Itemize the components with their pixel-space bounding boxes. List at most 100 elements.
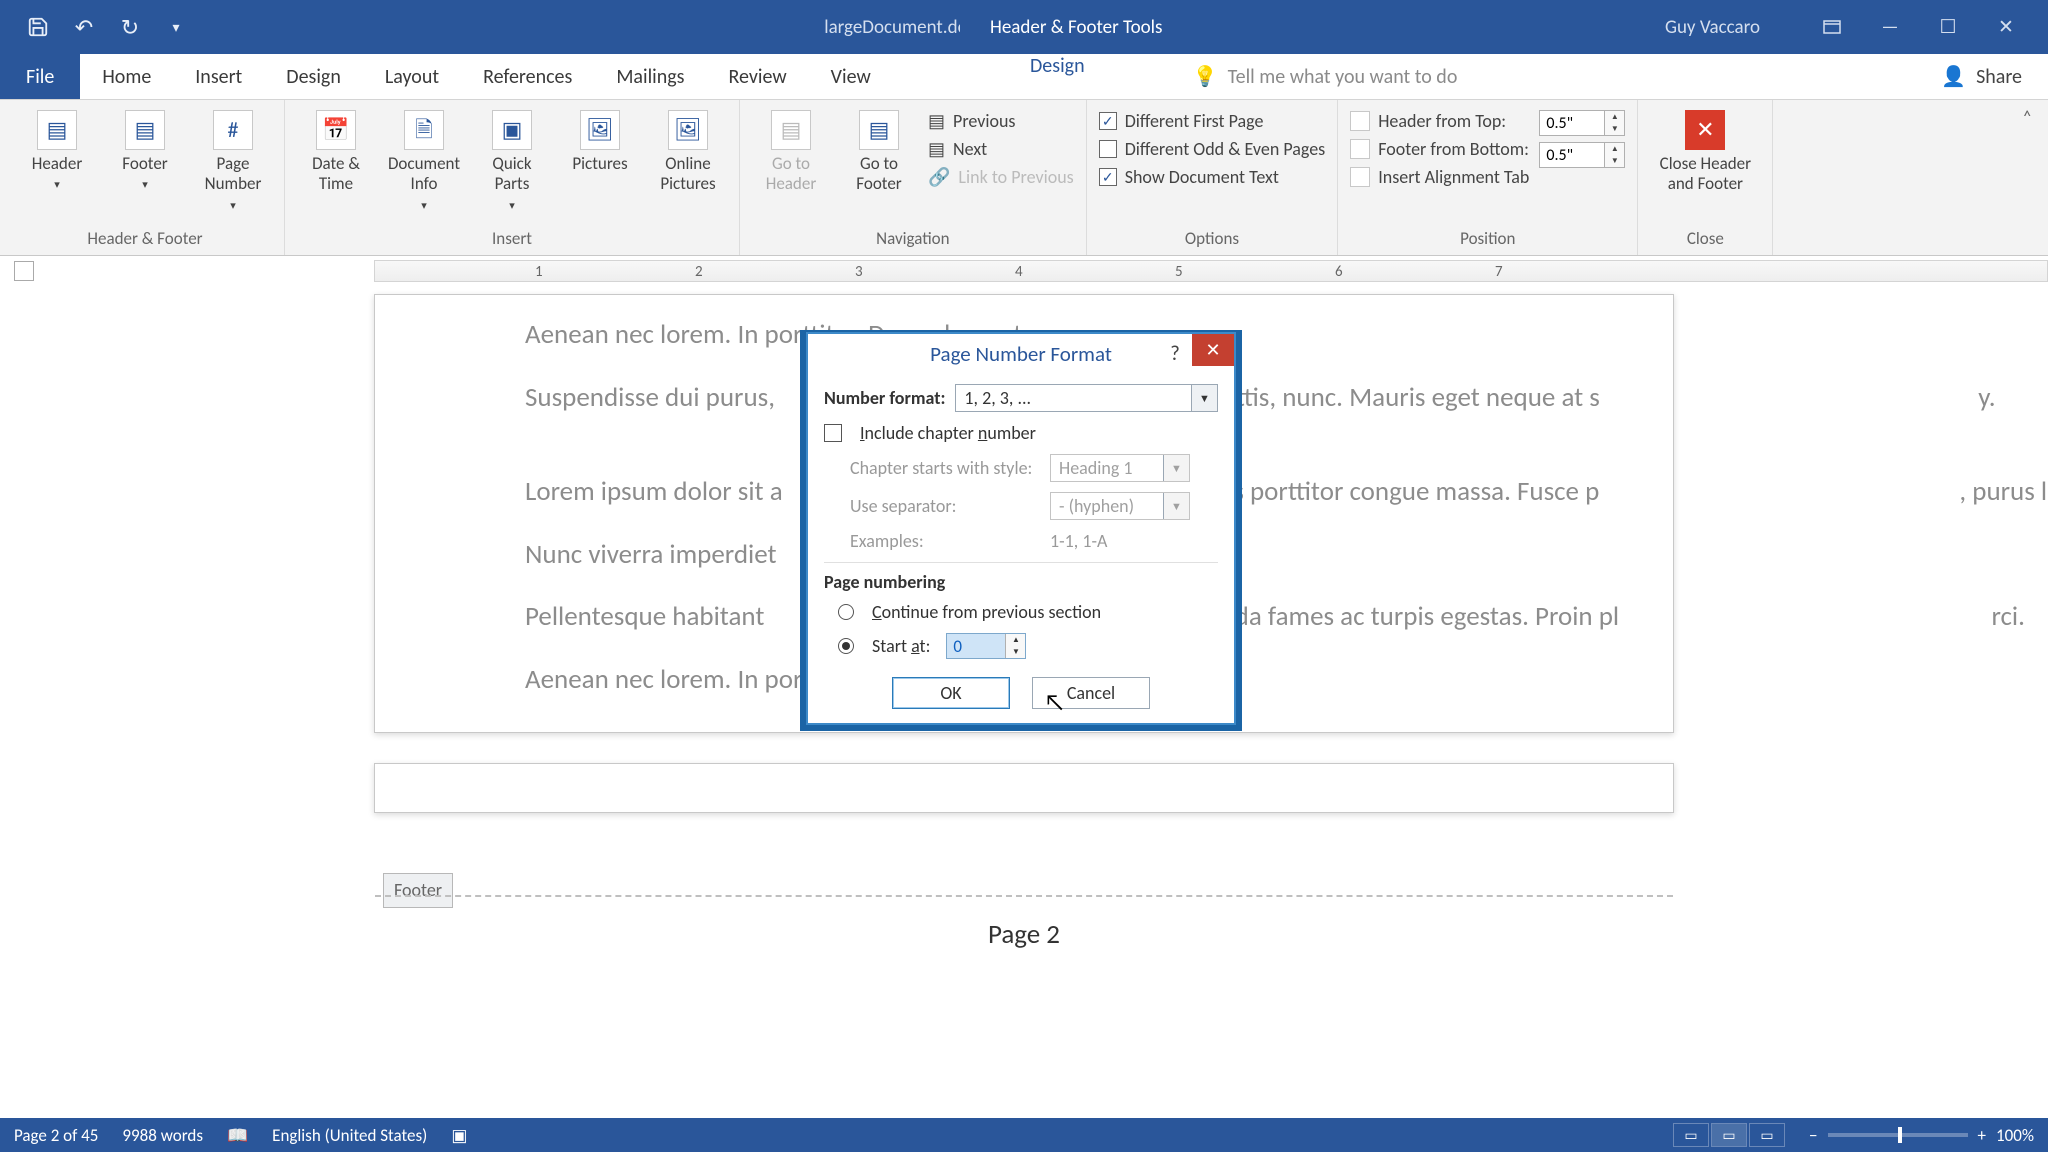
tab-file[interactable]: File — [0, 54, 80, 99]
dialog-titlebar[interactable]: Page Number Format ? ✕ — [808, 334, 1234, 374]
status-language[interactable]: English (United States) — [272, 1125, 427, 1146]
header-button[interactable]: ▤Header▾ — [18, 106, 96, 192]
separator-combo: - (hyphen)▼ — [1050, 492, 1190, 520]
zoom-level[interactable]: 100% — [1996, 1125, 2034, 1146]
header-icon: ▤ — [37, 110, 77, 150]
spinner-down-icon[interactable]: ▼ — [1005, 646, 1025, 658]
status-macro-icon[interactable]: ▣ — [451, 1125, 467, 1146]
zoom-slider[interactable] — [1828, 1133, 1968, 1137]
start-at-input[interactable] — [947, 634, 1005, 658]
footer-section-label[interactable]: Footer — [383, 873, 453, 908]
collapse-ribbon-icon[interactable]: ˄ — [2022, 106, 2032, 128]
page-number-button[interactable]: #PageNumber▾ — [194, 106, 272, 212]
maximize-icon[interactable]: ☐ — [1936, 15, 1960, 39]
footer-bottom-spinner[interactable]: ▲▼ — [1539, 142, 1625, 168]
spinner-up-icon[interactable]: ▲ — [1005, 634, 1025, 646]
header-top-spinner[interactable]: ▲▼ — [1539, 110, 1625, 136]
zoom-thumb[interactable] — [1898, 1127, 1902, 1143]
start-at-spinner[interactable]: ▲▼ — [946, 633, 1026, 659]
footer-bottom-input[interactable] — [1540, 143, 1604, 167]
ok-button[interactable]: OK — [892, 677, 1010, 709]
document-info-button[interactable]: 🗎DocumentInfo▾ — [385, 106, 463, 212]
dialog-close-icon[interactable]: ✕ — [1192, 334, 1234, 366]
date-time-button[interactable]: 📅Date &Time — [297, 106, 375, 195]
status-proofing-icon[interactable]: 📖 — [227, 1125, 248, 1146]
header-label: Header — [32, 154, 83, 174]
start-at-radio-row[interactable]: Start at: ▲▼ — [838, 633, 1218, 659]
alignment-tab-label[interactable]: Insert Alignment Tab — [1378, 166, 1529, 188]
different-odd-even-checkbox[interactable]: Different Odd & Even Pages — [1099, 138, 1326, 160]
status-words[interactable]: 9988 words — [122, 1125, 203, 1146]
tab-context-design[interactable]: Design — [1008, 54, 1107, 81]
zoom-in-icon[interactable]: + — [1978, 1125, 1986, 1146]
examples-label: Examples: — [850, 530, 1040, 552]
minimize-icon[interactable]: — — [1878, 15, 1902, 39]
footer-button[interactable]: ▤Footer▾ — [106, 106, 184, 192]
spinner-down-icon[interactable]: ▼ — [1604, 155, 1624, 167]
user-name[interactable]: Guy Vaccaro — [1665, 16, 1760, 39]
cancel-button[interactable]: Cancel — [1032, 677, 1150, 709]
redo-icon[interactable]: ↻ — [116, 13, 144, 41]
show-document-text-checkbox[interactable]: ✓Show Document Text — [1099, 166, 1326, 188]
goto-header-button[interactable]: ▤Go toHeader — [752, 106, 830, 195]
tab-selector[interactable] — [14, 261, 34, 281]
spinner-up-icon[interactable]: ▲ — [1604, 111, 1624, 123]
nav-next-button[interactable]: ▤Next — [928, 138, 1074, 160]
goto-footer-button[interactable]: ▤Go toFooter — [840, 106, 918, 195]
footer-page-number[interactable]: Page 2 — [375, 915, 1673, 956]
spinner-down-icon[interactable]: ▼ — [1604, 123, 1624, 135]
dialog-help-icon[interactable]: ? — [1162, 340, 1188, 366]
close-window-icon[interactable]: ✕ — [1994, 15, 2018, 39]
tell-me-placeholder: Tell me what you want to do — [1228, 65, 1458, 89]
dropdown-icon[interactable]: ▼ — [1191, 385, 1217, 411]
footer-bottom-icon — [1350, 139, 1370, 159]
print-layout-icon[interactable]: ▭ — [1711, 1123, 1747, 1147]
chapter-style-combo: Heading 1▼ — [1050, 454, 1190, 482]
quick-parts-button[interactable]: ▣QuickParts▾ — [473, 106, 551, 212]
continue-radio-row[interactable]: Continue from previous section — [838, 601, 1218, 623]
tab-references[interactable]: References — [461, 54, 594, 99]
undo-icon[interactable]: ↶ — [70, 13, 98, 41]
group-close-label: Close — [1650, 226, 1760, 253]
online-pictures-button[interactable]: 🖼OnlinePictures — [649, 106, 727, 195]
qat-customize-icon[interactable]: ▾ — [162, 13, 190, 41]
pictures-button[interactable]: 🖼Pictures — [561, 106, 639, 174]
read-mode-icon[interactable]: ▭ — [1673, 1123, 1709, 1147]
tab-home[interactable]: Home — [80, 54, 173, 99]
tab-design[interactable]: Design — [264, 54, 363, 99]
save-icon[interactable] — [24, 13, 52, 41]
horizontal-ruler[interactable]: 1 2 3 4 5 6 7 — [374, 260, 2048, 282]
date-time-label: Date &Time — [312, 154, 360, 195]
zoom-out-icon[interactable]: − — [1809, 1125, 1817, 1146]
zoom-control[interactable]: − + 100% — [1809, 1125, 2034, 1146]
share-button[interactable]: 👤 Share — [1941, 54, 2048, 99]
nav-previous-button[interactable]: ▤Previous — [928, 110, 1074, 132]
tab-view[interactable]: View — [809, 54, 893, 99]
tab-review[interactable]: Review — [707, 54, 809, 99]
link-previous-button[interactable]: 🔗Link to Previous — [928, 166, 1074, 188]
number-format-combo[interactable]: 1, 2, 3, ...▼ — [955, 384, 1218, 412]
radio-unchecked-icon[interactable] — [838, 604, 854, 620]
tab-insert[interactable]: Insert — [173, 54, 264, 99]
different-first-page-checkbox[interactable]: ✓Different First Page — [1099, 110, 1326, 132]
include-chapter-checkbox[interactable] — [824, 424, 842, 442]
online-pictures-label: OnlinePictures — [660, 154, 715, 195]
web-layout-icon[interactable]: ▭ — [1749, 1123, 1785, 1147]
close-icon: ✕ — [1685, 110, 1725, 150]
number-format-label: Number format: — [824, 387, 945, 409]
ribbon-options-icon[interactable] — [1820, 15, 1844, 39]
dropdown-icon: ▼ — [1163, 455, 1189, 481]
radio-checked-icon[interactable] — [838, 638, 854, 654]
goto-header-icon: ▤ — [771, 110, 811, 150]
ruler-tick: 3 — [855, 263, 863, 281]
tell-me-search[interactable]: 💡 Tell me what you want to do — [1193, 54, 1458, 99]
ruler-row: 1 2 3 4 5 6 7 — [0, 256, 2048, 286]
tab-layout[interactable]: Layout — [363, 54, 461, 99]
header-top-input[interactable] — [1540, 111, 1604, 135]
tab-mailings[interactable]: Mailings — [594, 54, 706, 99]
close-header-footer-button[interactable]: ✕Close Headerand Footer — [1650, 106, 1760, 195]
goto-header-label: Go toHeader — [766, 154, 817, 195]
status-page[interactable]: Page 2 of 45 — [14, 1125, 98, 1146]
ribbon: ▤Header▾ ▤Footer▾ #PageNumber▾ Header & … — [0, 100, 2048, 256]
spinner-up-icon[interactable]: ▲ — [1604, 143, 1624, 155]
